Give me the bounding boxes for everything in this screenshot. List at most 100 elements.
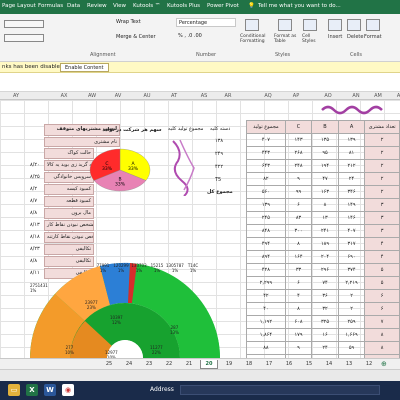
enable-content-button[interactable]: Enable Content (60, 63, 109, 72)
table-cell[interactable]: ۴ (364, 250, 400, 264)
table-cell[interactable]: ۱۸۹ (311, 237, 339, 251)
col-ax[interactable]: AX (52, 93, 76, 99)
insert-label[interactable]: Insert (328, 34, 342, 40)
table-cell[interactable]: ۳۴۶ (337, 185, 366, 199)
stopped-customer-date[interactable]: ۸/۱۸ (30, 234, 44, 240)
table-cell[interactable]: ۶ (364, 289, 400, 303)
table-cell[interactable]: ۶۹۰ (337, 250, 366, 264)
add-sheet-button[interactable]: ⊕ (381, 360, 387, 368)
table-cell[interactable]: ۱۳۹ (246, 198, 286, 212)
table-cell[interactable]: ۸ (284, 237, 313, 251)
mid-value-4[interactable]: T5 (215, 177, 221, 183)
worksheet-grid[interactable]: لیست مشتریهای متوقف نام مشتری حالت کواکت… (0, 100, 400, 358)
table-cell[interactable]: ۱۶۴ (284, 250, 313, 264)
table-cell[interactable]: ۲۴ (311, 341, 339, 355)
stopped-customer-name[interactable]: مال برون (44, 208, 94, 219)
stopped-customer-date[interactable]: ۸/۲ (30, 186, 44, 192)
table-cell[interactable]: ۳ (364, 224, 400, 238)
table-cell[interactable]: ۲ (364, 133, 400, 147)
table-cell[interactable]: ۸۴۸ (246, 224, 286, 238)
format-table-icon[interactable] (278, 19, 292, 31)
table-cell[interactable]: ۲ (364, 185, 400, 199)
sheet-tab-17[interactable]: 17 (260, 360, 278, 369)
cell-styles-label[interactable]: Cell Styles (302, 34, 322, 44)
tab-kutools-plus[interactable]: Kutools Plus (167, 3, 200, 9)
table-cell[interactable]: ۱,۱۹۲ (246, 315, 286, 329)
table-cell[interactable]: ۸ (284, 302, 313, 316)
table-header-cell[interactable]: مجموع تولید (246, 120, 286, 134)
table-cell[interactable]: ۹۹ (284, 185, 313, 199)
table-cell[interactable]: ۴۲ (246, 289, 286, 303)
format-icon[interactable] (366, 19, 380, 31)
table-cell[interactable]: ۴۰۷ (337, 224, 366, 238)
table-cell[interactable]: ۶۰۸ (284, 315, 313, 329)
mid-value-3[interactable]: ۴۲۲ (215, 164, 223, 170)
align-icon[interactable] (4, 20, 44, 28)
insert-icon[interactable] (328, 19, 342, 31)
table-cell[interactable]: ۴ (284, 289, 313, 303)
table-cell[interactable]: ۸ (364, 328, 400, 342)
table-cell[interactable]: ۷ (364, 315, 400, 329)
table-cell[interactable]: ۲۱۲ (337, 159, 366, 173)
stopped-customer-name[interactable]: مشخص نبودن نقاط کار (44, 220, 94, 231)
table-cell[interactable]: ۲۹۶ (311, 263, 339, 277)
stopped-customer-date[interactable]: ۸/۱۳ (30, 222, 44, 228)
table-cell[interactable]: ۲,۲۹۹ (246, 276, 286, 290)
table-cell[interactable]: ۴۷ (311, 172, 339, 186)
col-an[interactable]: AN (344, 93, 368, 99)
address-toolbar-input[interactable] (180, 385, 380, 395)
table-cell[interactable]: ۲ (364, 146, 400, 160)
table-cell[interactable]: ۳۰۰ (284, 224, 313, 238)
table-cell[interactable]: ۱,۸۶۴ (246, 328, 286, 342)
conditional-formatting-label[interactable]: Conditional Formatting (240, 34, 274, 44)
table-cell[interactable]: ۲۴۵ (246, 211, 286, 225)
stopped-customer-date[interactable]: ۸/۸ (30, 210, 44, 216)
tab-power-pivot[interactable]: Power Pivot (207, 3, 239, 9)
wrap-text-button[interactable]: Wrap Text (114, 18, 166, 27)
table-cell[interactable]: ۱۳ (311, 211, 339, 225)
excel-taskbar-icon[interactable]: X (26, 384, 38, 396)
table-cell[interactable]: ۶۴۳ (246, 159, 286, 173)
sheet-tab-24[interactable]: 24 (120, 360, 138, 369)
table-cell[interactable]: ۲۰۴ (311, 250, 339, 264)
table-cell[interactable]: ۸۳ (284, 211, 313, 225)
stopped-customer-date[interactable]: ۸/۲۰ (30, 162, 44, 168)
table-cell[interactable]: ۵۶۰ (246, 185, 286, 199)
table-cell[interactable]: ۲ (337, 302, 366, 316)
merge-center-button[interactable]: Merge & Center (114, 33, 166, 42)
col-at[interactable]: AT (162, 93, 186, 99)
format-as-table-label[interactable]: Format as Table (274, 34, 300, 44)
table-cell[interactable]: ۲ (364, 159, 400, 173)
table-cell[interactable]: ۲۴۱ (311, 224, 339, 238)
mid-value-1[interactable]: ۱۳۸ (215, 138, 223, 144)
col-ar[interactable]: AR (216, 93, 240, 99)
col-av[interactable]: AV (106, 93, 130, 99)
table-cell[interactable]: ۷۴ (311, 276, 339, 290)
table-cell[interactable]: ۴۴۳ (246, 146, 286, 160)
table-cell[interactable]: ۱۳۹ (337, 133, 366, 147)
col-ap[interactable]: AP (284, 93, 308, 99)
table-cell[interactable]: ۳۳ (284, 263, 313, 277)
col-as[interactable]: AS (192, 93, 216, 99)
table-cell[interactable]: ۸۲ (246, 172, 286, 186)
table-cell[interactable]: ۱۶۳ (311, 185, 339, 199)
table-cell[interactable]: ۲ (364, 172, 400, 186)
col-ay[interactable]: AY (4, 93, 28, 99)
table-cell[interactable]: ۸ (311, 198, 339, 212)
stopped-customer-date[interactable]: ۸/۲۵ (30, 174, 44, 180)
table-cell[interactable]: ۱۷۹ (284, 328, 313, 342)
format-label[interactable]: Format (364, 34, 382, 40)
table-cell[interactable]: ۳ (364, 211, 400, 225)
production-table[interactable]: مجموع تولید C B A تعداد مشتری ۴۰۷ ۱۴۳ ۱۳۵ ۱۳۹ ۲ ۴۴… (246, 120, 400, 358)
sheet-tab-25[interactable]: 25 (100, 360, 118, 369)
mid-value-2[interactable]: ۲۴۹ (215, 151, 223, 157)
table-cell[interactable]: ۲۴۸ (284, 159, 313, 173)
file-explorer-icon[interactable]: ▭ (8, 384, 20, 396)
stopped-customer-name[interactable]: تکالیفی (44, 244, 94, 255)
formula-bar[interactable] (0, 73, 400, 92)
sheet-tab-16[interactable]: 16 (280, 360, 298, 369)
table-cell[interactable]: ۲۴ (337, 172, 366, 186)
tab-review[interactable]: Review (87, 3, 107, 9)
table-cell[interactable]: ۲۶۸ (284, 146, 313, 160)
table-cell[interactable]: ۳۲ (311, 302, 339, 316)
